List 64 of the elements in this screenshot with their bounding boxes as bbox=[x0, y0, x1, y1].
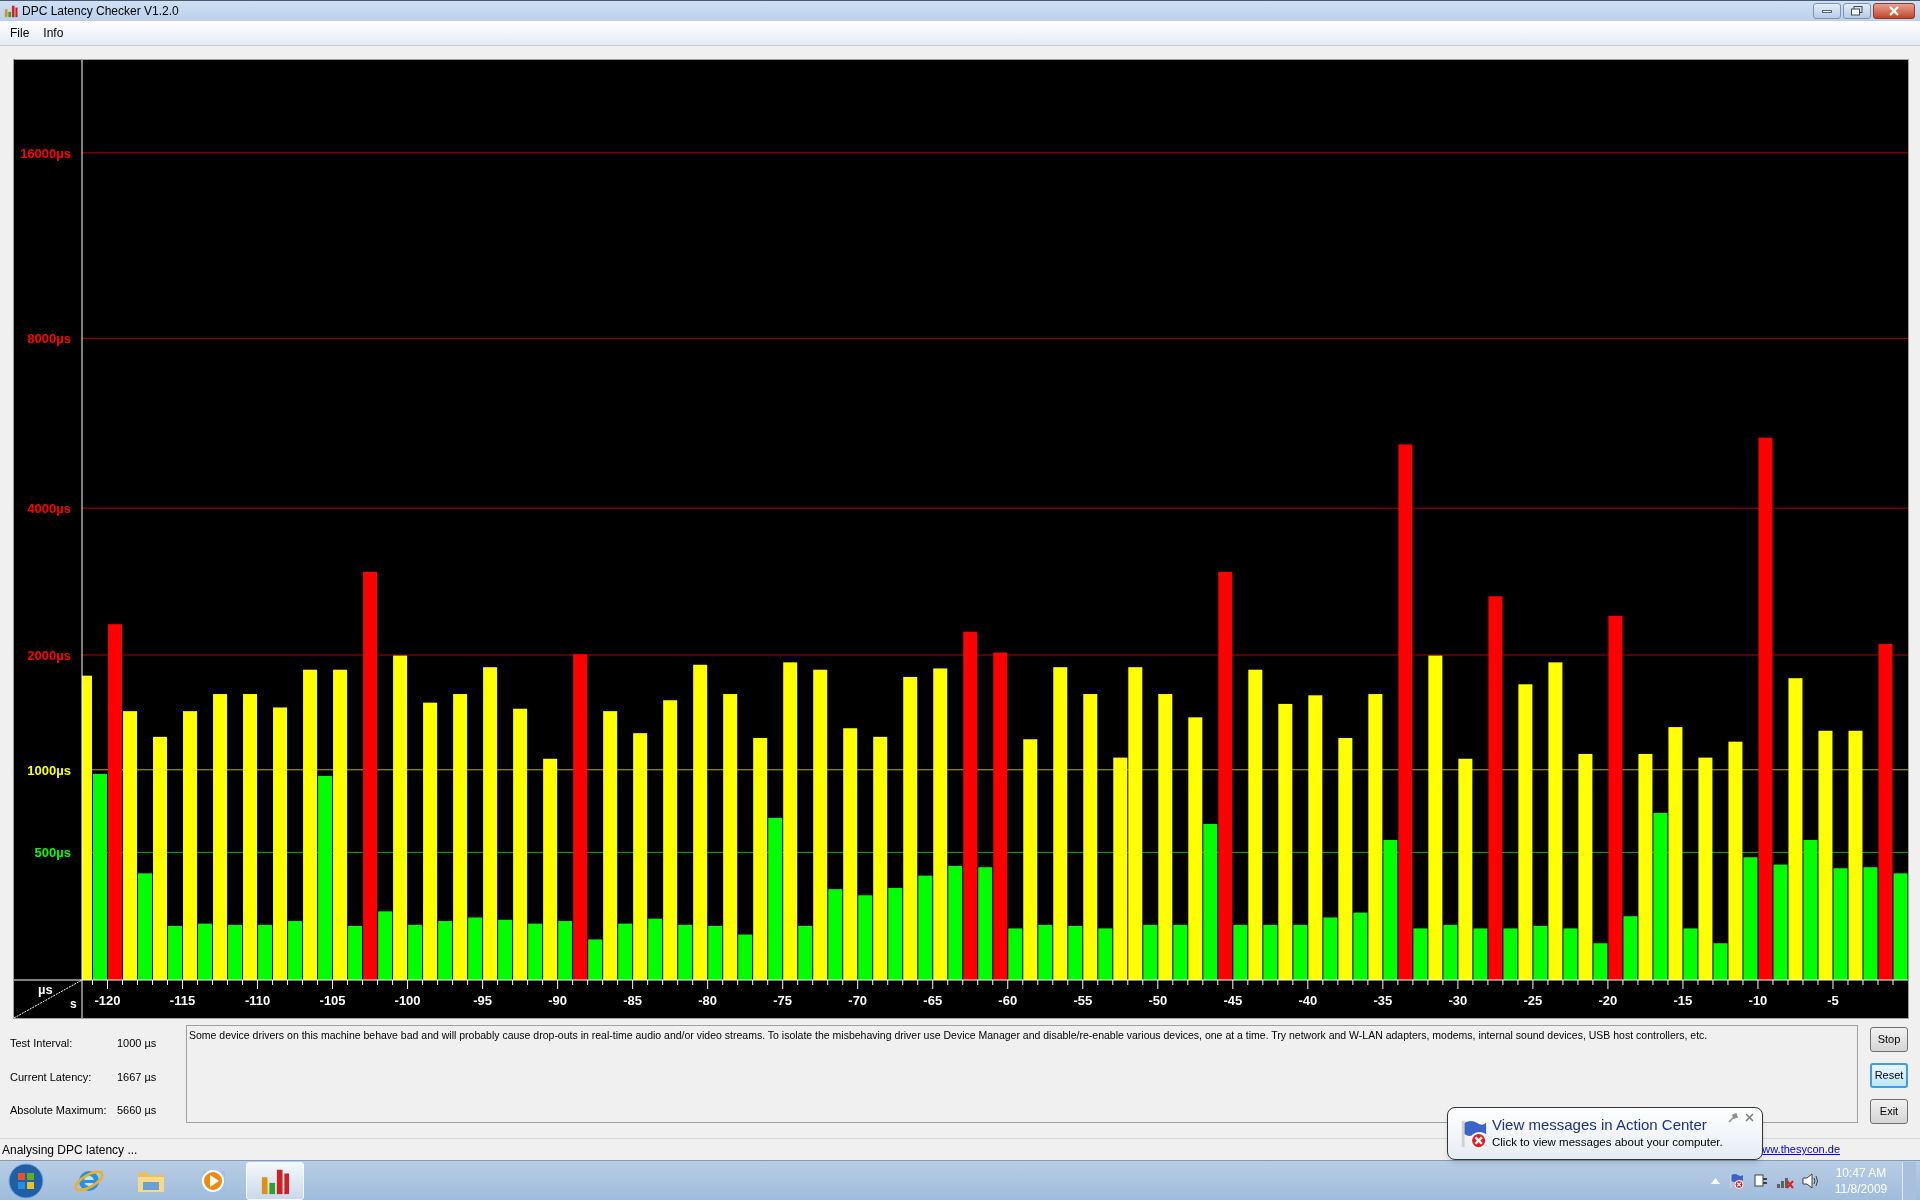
speaker-icon[interactable] bbox=[1802, 1172, 1820, 1189]
close-icon[interactable] bbox=[1745, 1113, 1754, 1122]
axis-tick-label: -35 bbox=[1373, 993, 1393, 1008]
axis-tick-label: -40 bbox=[1298, 993, 1318, 1008]
axis-tick-label: -95 bbox=[473, 993, 492, 1008]
clock-date: 11/8/2009 bbox=[1834, 1180, 1888, 1197]
axis-tick-label: 500µs bbox=[34, 845, 71, 861]
axis-tick-label: 8000µs bbox=[27, 331, 71, 347]
axis-unit-label: s bbox=[70, 997, 77, 1011]
axis-tick-label: -25 bbox=[1523, 993, 1543, 1008]
axis-tick-label: -105 bbox=[319, 993, 346, 1008]
stat-value: 1000 µs bbox=[117, 1036, 157, 1052]
wrench-icon[interactable] bbox=[1728, 1113, 1738, 1123]
axis-tick-label: -75 bbox=[773, 993, 793, 1008]
restore-button[interactable] bbox=[1843, 3, 1871, 19]
axis-tick-label: -15 bbox=[1673, 993, 1693, 1008]
restore-icon bbox=[1851, 6, 1863, 16]
start-orb-icon bbox=[8, 1162, 44, 1199]
axis-tick-label: -60 bbox=[998, 993, 1018, 1008]
stat-value: 5660 µs bbox=[117, 1103, 157, 1119]
taskbar-button[interactable] bbox=[246, 1161, 304, 1200]
menu-item[interactable]: File bbox=[10, 24, 30, 42]
website-link[interactable]: ww.thesycon.de bbox=[1762, 1141, 1840, 1158]
close-icon bbox=[1888, 6, 1900, 16]
axis-tick-label: -65 bbox=[923, 993, 943, 1008]
start-button[interactable] bbox=[6, 1160, 46, 1200]
axis-tick-label: -90 bbox=[548, 993, 568, 1008]
axis-tick-label: -80 bbox=[698, 993, 718, 1008]
axis-tick-label: -30 bbox=[1448, 993, 1468, 1008]
axis-tick-label: -120 bbox=[94, 993, 121, 1008]
window-title: DPC Latency Checker V1.2.0 bbox=[22, 3, 179, 20]
axis-tick-label: 2000µs bbox=[27, 648, 71, 664]
clock-time: 10:47 AM bbox=[1835, 1164, 1887, 1181]
axis-tick-label: -45 bbox=[1223, 993, 1243, 1008]
axis-tick-label: -100 bbox=[394, 993, 421, 1008]
axis-tick-label: 16000µs bbox=[20, 145, 71, 161]
minimize-button[interactable] bbox=[1813, 3, 1841, 19]
stat-label: Current Latency: bbox=[10, 1069, 93, 1085]
close-button[interactable] bbox=[1873, 3, 1915, 19]
axis-tick-label: -110 bbox=[244, 993, 271, 1008]
axis-unit-label: µs bbox=[38, 982, 53, 997]
axis-tick-label: 1000µs bbox=[27, 762, 71, 778]
axis-tick-label: -20 bbox=[1598, 993, 1618, 1008]
bar-chart-icon bbox=[4, 4, 18, 18]
stat-value: 1667 µs bbox=[117, 1069, 157, 1085]
axis-tick-label: -55 bbox=[1073, 993, 1093, 1008]
action-button[interactable]: Reset bbox=[1870, 1063, 1908, 1088]
flag-error-icon bbox=[1728, 1172, 1744, 1189]
action-button[interactable]: Exit bbox=[1870, 1099, 1908, 1124]
power-plug-icon[interactable] bbox=[1752, 1172, 1768, 1189]
menu-item[interactable]: Info bbox=[43, 24, 64, 42]
status-text: Analysing DPC latency ... bbox=[2, 1141, 138, 1159]
axis-tick-label: -70 bbox=[848, 993, 868, 1008]
axis-tick-label: -50 bbox=[1148, 993, 1168, 1008]
axis-tick-label: -10 bbox=[1748, 993, 1768, 1008]
axis-tick-label: -85 bbox=[623, 993, 643, 1008]
axis-tick-label: -5 bbox=[1827, 993, 1839, 1008]
minimize-icon bbox=[1822, 9, 1832, 13]
stat-label: Test Interval: bbox=[10, 1036, 74, 1052]
axis-tick-label: -115 bbox=[169, 993, 196, 1008]
stat-label: Absolute Maximum: bbox=[10, 1103, 108, 1119]
action-button[interactable]: Stop bbox=[1870, 1027, 1908, 1052]
axis-tick-label: 4000µs bbox=[27, 501, 71, 517]
notification-body: Click to view messages about your computer. bbox=[1492, 1135, 1723, 1151]
